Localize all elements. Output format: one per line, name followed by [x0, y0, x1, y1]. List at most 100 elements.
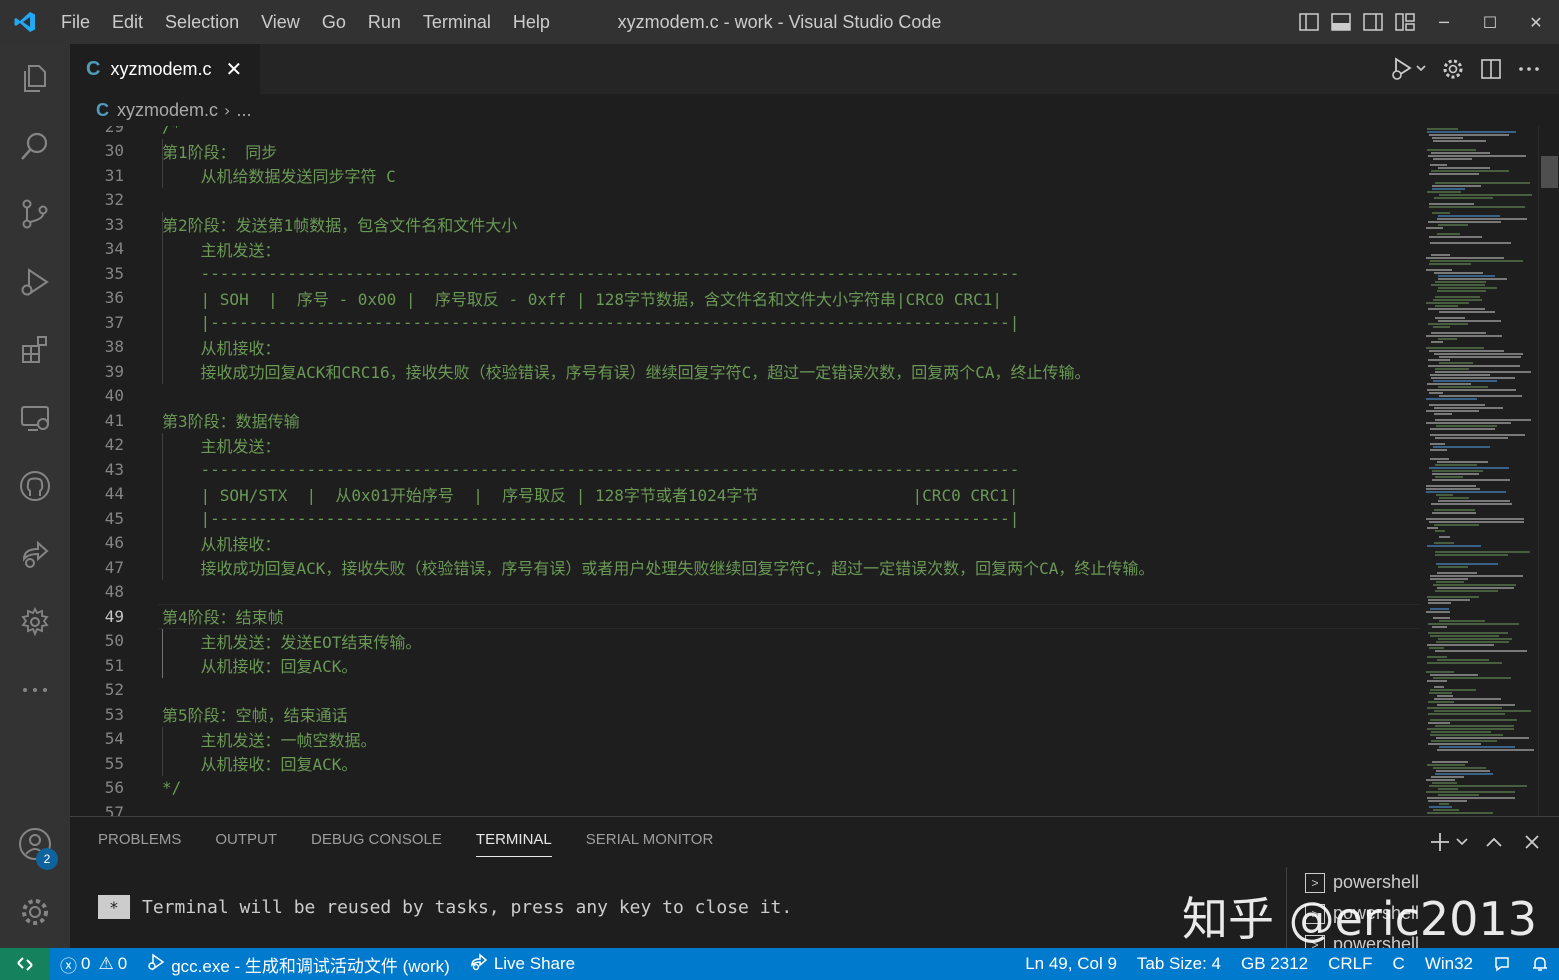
code-line[interactable]: 32: [70, 188, 1420, 213]
code-line[interactable]: 35 -------------------------------------…: [70, 261, 1420, 286]
remote-indicator-icon[interactable]: [0, 948, 50, 980]
code-line[interactable]: 55 从机接收：回复ACK。: [70, 751, 1420, 776]
split-editor-icon[interactable]: [1475, 53, 1507, 85]
toggle-secondary-sidebar-icon[interactable]: [1357, 0, 1389, 44]
code-line[interactable]: 42 主机发送：: [70, 433, 1420, 458]
code-text: 第1阶段： 同步: [162, 142, 278, 162]
code-line[interactable]: 44 | SOH/STX | 从0x01开始序号 | 序号取反 | 128字节或…: [70, 482, 1420, 507]
code-editor[interactable]: 29/* 30 第1阶段： 同步 31 从机给数据发送同步字符 C 32 33 第2阶段：发…: [70, 126, 1420, 816]
encoding[interactable]: GB 2312: [1231, 948, 1318, 980]
code-line[interactable]: 56 */: [70, 776, 1420, 801]
problems-status[interactable]: ⓧ 0 ⚠ 0: [50, 948, 137, 980]
tab-serial-monitor[interactable]: SERIAL MONITOR: [586, 831, 714, 857]
line-number: 48: [104, 582, 124, 602]
live-share-status[interactable]: Live Share: [460, 948, 585, 980]
line-number: 56: [104, 778, 124, 798]
settings-gear-icon[interactable]: [1437, 53, 1469, 85]
github-icon[interactable]: [0, 452, 70, 520]
end-of-line[interactable]: CRLF: [1318, 948, 1382, 980]
code-line[interactable]: 29 /*: [70, 126, 1420, 139]
tab-terminal[interactable]: TERMINAL: [475, 831, 552, 857]
explorer-icon[interactable]: [0, 44, 70, 112]
terminal-message: Terminal will be reused by tasks, press …: [142, 896, 793, 918]
code-line[interactable]: 47 接收成功回复ACK，接收失败（校验错误，序号有误）或者用户处理失败继续回复…: [70, 555, 1420, 580]
scroll-thumb[interactable]: [1541, 156, 1558, 188]
code-line[interactable]: 51 从机接收：回复ACK。: [70, 653, 1420, 678]
more-views-icon[interactable]: [0, 656, 70, 724]
menu-selection[interactable]: Selection: [154, 0, 250, 44]
code-line[interactable]: 41 第3阶段：数据传输: [70, 408, 1420, 433]
menu-file[interactable]: File: [50, 0, 101, 44]
tab-output[interactable]: OUTPUT: [215, 831, 277, 857]
manage-gear-icon[interactable]: [0, 878, 70, 946]
toggle-panel-icon[interactable]: [1325, 0, 1357, 44]
minimap-line: [1427, 596, 1479, 598]
source-control-icon[interactable]: [0, 180, 70, 248]
tab-xyzmodem[interactable]: C xyzmodem.c ✕: [70, 44, 260, 94]
cursor-position[interactable]: Ln 49, Col 9: [1015, 948, 1127, 980]
customize-layout-icon[interactable]: [1389, 0, 1421, 44]
run-debug-icon[interactable]: [0, 248, 70, 316]
code-line[interactable]: 40: [70, 384, 1420, 409]
code-line[interactable]: 54 主机发送：一帧空数据。: [70, 727, 1420, 752]
code-line[interactable]: 46 从机接收：: [70, 531, 1420, 556]
code-line[interactable]: 37 |------------------------------------…: [70, 310, 1420, 335]
close-window-button[interactable]: ✕: [1513, 0, 1559, 44]
code-line[interactable]: 33 第2阶段：发送第1帧数据，包含文件名和文件大小: [70, 212, 1420, 237]
code-line[interactable]: 45 |------------------------------------…: [70, 506, 1420, 531]
search-icon[interactable]: [0, 112, 70, 180]
line-number: 34: [104, 239, 124, 259]
chevron-down-icon[interactable]: [1455, 829, 1469, 855]
minimap-line: [1430, 260, 1523, 262]
code-line[interactable]: 52: [70, 678, 1420, 703]
line-number: 45: [104, 508, 124, 528]
run-debug-dropdown-icon[interactable]: [1385, 53, 1431, 85]
code-line[interactable]: 50 主机发送：发送EOT结束传输。: [70, 629, 1420, 654]
menu-view[interactable]: View: [250, 0, 311, 44]
minimap[interactable]: [1420, 126, 1538, 816]
code-line[interactable]: 34 主机发送：: [70, 237, 1420, 262]
code-line[interactable]: 38 从机接收：: [70, 335, 1420, 360]
toggle-primary-sidebar-icon[interactable]: [1293, 0, 1325, 44]
code-line[interactable]: 31 从机给数据发送同步字符 C: [70, 163, 1420, 188]
tab-close-icon[interactable]: ✕: [225, 57, 242, 81]
maximize-button[interactable]: ☐: [1467, 0, 1513, 44]
task-status[interactable]: gcc.exe - 生成和调试活动文件 (work): [137, 948, 460, 980]
minimap-line: [1426, 302, 1469, 304]
platformio-icon[interactable]: [0, 588, 70, 656]
live-share-icon[interactable]: [0, 520, 70, 588]
accounts-icon[interactable]: 2: [0, 810, 70, 878]
tab-size[interactable]: Tab Size: 4: [1127, 948, 1231, 980]
maximize-panel-icon[interactable]: [1481, 829, 1507, 855]
tab-debug-console[interactable]: DEBUG CONSOLE: [311, 831, 442, 857]
code-line[interactable]: 48: [70, 580, 1420, 605]
platform[interactable]: Win32: [1415, 948, 1483, 980]
tab-problems[interactable]: PROBLEMS: [98, 831, 181, 857]
new-terminal-icon[interactable]: [1427, 829, 1453, 855]
menu-run[interactable]: Run: [357, 0, 412, 44]
menu-edit[interactable]: Edit: [101, 0, 154, 44]
menu-terminal[interactable]: Terminal: [412, 0, 502, 44]
terminal-output[interactable]: * Terminal will be reused by tasks, pres…: [98, 895, 792, 919]
menu-help[interactable]: Help: [502, 0, 561, 44]
code-line[interactable]: 57: [70, 800, 1420, 816]
more-actions-icon[interactable]: [1513, 53, 1545, 85]
notifications-bell-icon[interactable]: [1521, 948, 1559, 980]
code-line[interactable]: 30 第1阶段： 同步: [70, 139, 1420, 164]
code-line[interactable]: 43 -------------------------------------…: [70, 457, 1420, 482]
close-panel-icon[interactable]: [1519, 829, 1545, 855]
remote-explorer-icon[interactable]: [0, 384, 70, 452]
minimap-line: [1434, 272, 1483, 274]
code-line[interactable]: 36 | SOH | 序号 - 0x00 | 序号取反 - 0xff | 128…: [70, 286, 1420, 311]
language-mode[interactable]: C: [1383, 948, 1415, 980]
feedback-icon[interactable]: [1483, 948, 1521, 980]
extensions-icon[interactable]: [0, 316, 70, 384]
code-line[interactable]: 49 第4阶段：结束帧: [70, 604, 1420, 629]
minimize-button[interactable]: ─: [1421, 0, 1467, 44]
menu-go[interactable]: Go: [311, 0, 357, 44]
breadcrumb-file[interactable]: xyzmodem.c: [117, 100, 218, 121]
breadcrumb-symbols[interactable]: ...: [236, 100, 251, 121]
editor-scrollbar[interactable]: [1538, 126, 1559, 816]
code-line[interactable]: 53 第5阶段：空帧，结束通话: [70, 702, 1420, 727]
code-line[interactable]: 39 接收成功回复ACK和CRC16，接收失败（校验错误，序号有误）继续回复字符…: [70, 359, 1420, 384]
